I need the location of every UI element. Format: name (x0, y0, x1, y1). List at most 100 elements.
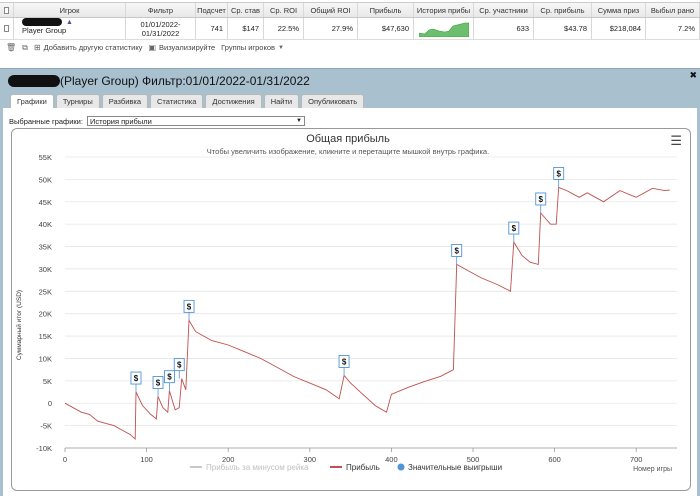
tab-breakdown[interactable]: Разбивка (101, 94, 149, 108)
profit-value: $47,630 (358, 18, 414, 39)
col-avg-profit[interactable]: Ср. прибыль (534, 3, 592, 17)
svg-text:$: $ (156, 379, 161, 388)
y-tick-label: 5K (43, 377, 52, 386)
y-tick-label: 40K (39, 220, 52, 229)
svg-text:$: $ (556, 169, 561, 178)
panel-tabs: Графики Турниры Разбивка Статистика Дост… (10, 94, 365, 108)
legend-bigwin-label[interactable]: Значительные выигрыши (408, 463, 502, 472)
filter-end: 01/31/2022 (141, 28, 180, 38)
tab-find[interactable]: Найти (263, 94, 300, 108)
close-icon[interactable]: ✖ (689, 70, 697, 81)
copy-icon[interactable]: ⧉ (22, 43, 28, 53)
svg-text:$: $ (342, 357, 347, 366)
trash-icon[interactable]: 🗑 (6, 43, 16, 52)
col-prize-sum[interactable]: Сумма приз (592, 3, 646, 17)
tab-achievements[interactable]: Достижения (205, 94, 262, 108)
x-tick-label: 100 (140, 455, 153, 464)
big-win-marker[interactable]: $ (553, 166, 565, 188)
grid-lines (65, 156, 677, 449)
chart-svg[interactable]: Общая прибыль Чтобы увеличить изображени… (12, 129, 692, 492)
chart-selector[interactable]: История прибыли ▼ (86, 116, 305, 126)
big-win-marker[interactable]: $ (183, 299, 195, 321)
stats-toolbar: 🗑 ⧉ ⊞ Добавить другую статистику ▣ Визуа… (0, 41, 700, 54)
player-groups-dropdown[interactable]: Группы игроков ▼ (221, 43, 284, 52)
y-axis-label: Суммарный итог (USD) (15, 290, 23, 360)
add-stats-button[interactable]: ⊞ Добавить другую статистику (34, 43, 143, 52)
y-tick-label: 55K (39, 153, 52, 162)
row-checkbox[interactable] (0, 18, 14, 39)
tab-publish[interactable]: Опубликовать (301, 94, 365, 108)
table-row[interactable]: ▲ Player Group 01/01/2022- 01/31/2022 74… (0, 18, 700, 40)
chart-selector-row: Выбранные графики: История прибыли ▼ (9, 116, 305, 126)
chevron-down-icon: ▼ (278, 44, 284, 51)
chevron-down-icon: ▼ (296, 118, 302, 124)
image-icon: ▣ (148, 43, 156, 52)
avg-roi-value: 22.5% (264, 18, 304, 39)
chart-legend: Прибыль за минусом рейка Прибыль Значите… (190, 463, 502, 472)
visualize-button[interactable]: ▣ Визуализируйте (148, 43, 215, 52)
col-count[interactable]: Подсчет (196, 3, 228, 17)
svg-text:$: $ (454, 246, 459, 255)
sparkline-chart (418, 22, 469, 37)
svg-text:$: $ (167, 373, 172, 382)
visualize-label: Визуализируйте (159, 43, 216, 52)
svg-text:$: $ (187, 302, 192, 311)
profit-chart[interactable]: ☰ Общая прибыль Чтобы увеличить изображе… (11, 128, 691, 491)
avg-entrants-value: 633 (474, 18, 534, 39)
report-panel: (Player Group) Фильтр:01/01/2022-01/31/2… (0, 68, 700, 496)
y-tick-label: 0 (48, 399, 52, 408)
tab-tournaments[interactable]: Турниры (55, 94, 100, 108)
big-win-marker[interactable]: $ (152, 376, 164, 397)
player-groups-label: Группы игроков (221, 43, 276, 52)
y-tick-label: 35K (39, 243, 52, 252)
x-tick-label: 600 (548, 455, 561, 464)
col-avg-entrants[interactable]: Ср. участники (474, 3, 534, 17)
col-profit[interactable]: Прибыль (358, 3, 414, 17)
select-all-checkbox[interactable] (0, 3, 14, 17)
add-stats-label: Добавить другую статистику (43, 43, 143, 52)
big-win-marker[interactable]: $ (338, 355, 350, 376)
big-win-marker[interactable]: $ (451, 243, 463, 265)
x-tick-label: 700 (630, 455, 643, 464)
avg-stake-value: $147 (228, 18, 264, 39)
chart-selector-value: История прибыли (89, 116, 152, 126)
tab-statistics[interactable]: Статистика (150, 94, 204, 108)
tab-charts[interactable]: Графики (10, 94, 54, 108)
big-win-marker[interactable]: $ (535, 192, 547, 213)
col-total-roi[interactable]: Общий ROI (304, 3, 358, 17)
redacted-name (22, 18, 62, 26)
x-tick-label: 400 (385, 455, 398, 464)
legend-rake-label[interactable]: Прибыль за минусом рейка (206, 463, 309, 472)
y-tick-label: 25K (39, 287, 52, 296)
legend-profit-label[interactable]: Прибыль (346, 463, 380, 472)
profit-sparkline[interactable] (414, 18, 474, 39)
big-win-marker[interactable]: $ (508, 221, 520, 243)
big-win-marker[interactable]: $ (173, 358, 185, 379)
x-tick-label: 0 (63, 455, 67, 464)
stats-table: Игрок Фильтр Подсчет Ср. став Ср. ROI Об… (0, 0, 700, 42)
total-roi-value: 27.9% (304, 18, 358, 39)
tab-content: Выбранные графики: История прибыли ▼ ☰ О… (3, 108, 697, 496)
big-win-marker[interactable]: $ (163, 370, 175, 391)
col-profit-history[interactable]: История прибы (414, 3, 474, 17)
col-early-exit[interactable]: Выбыл рано (646, 3, 700, 17)
filter-start: 01/01/2022- (140, 19, 181, 29)
player-cell[interactable]: ▲ Player Group (14, 18, 126, 39)
big-win-marker[interactable]: $ (130, 371, 142, 393)
x-tick-labels: 0 100 200 300 400 500 600 700 (63, 447, 677, 464)
col-filter[interactable]: Фильтр (126, 3, 196, 17)
chart-title: Общая прибыль (306, 133, 390, 145)
redacted-name (8, 75, 60, 87)
avg-profit-value: $43.78 (534, 18, 592, 39)
col-player[interactable]: Игрок (14, 3, 126, 17)
chart-selector-label: Выбранные графики: (9, 116, 83, 126)
player-name: Player Group (22, 26, 67, 35)
y-tick-label: -10K (36, 444, 52, 453)
profit-series-line[interactable] (64, 186, 670, 440)
col-avg-roi[interactable]: Ср. ROI (264, 3, 304, 17)
col-avg-stake[interactable]: Ср. став (228, 3, 264, 17)
svg-text:$: $ (512, 224, 517, 233)
svg-text:$: $ (177, 361, 182, 370)
add-stats-icon: ⊞ (33, 43, 41, 52)
x-axis-label: Номер игры (633, 466, 672, 473)
